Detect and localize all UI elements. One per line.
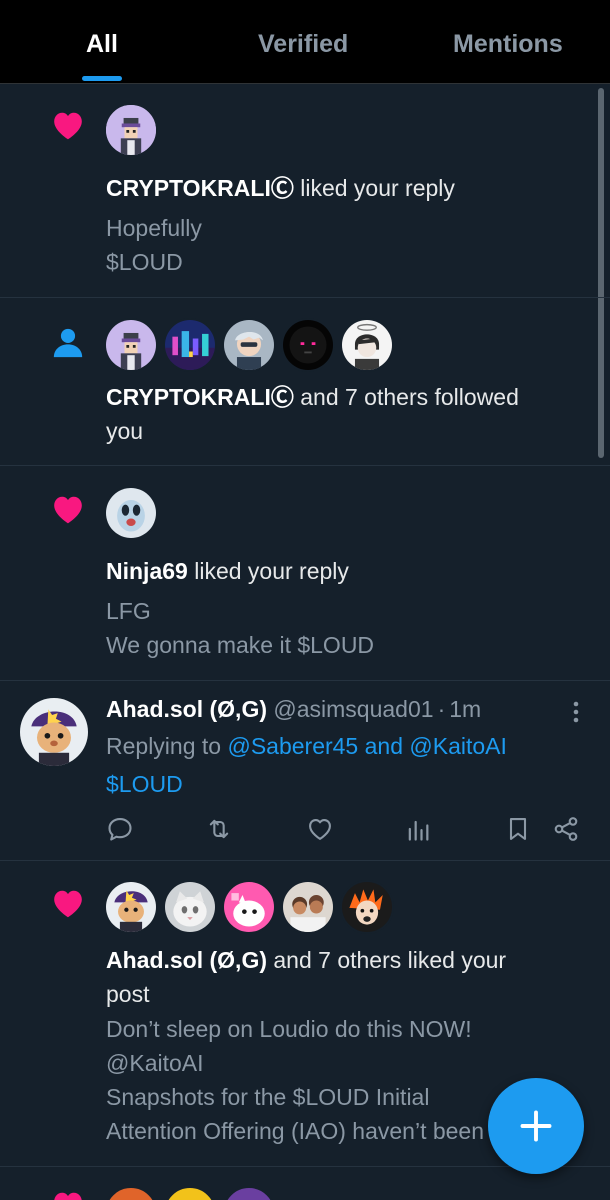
- post-text-line: Don’t sleep on Loudio do this NOW!: [106, 1016, 472, 1042]
- divider: [0, 465, 610, 466]
- active-tab-indicator: [82, 76, 122, 81]
- retweet-button[interactable]: [205, 815, 233, 843]
- more-options-icon[interactable]: [566, 700, 586, 724]
- replying-prefix: Replying to: [106, 733, 222, 759]
- reply-button[interactable]: [106, 815, 134, 843]
- avatar[interactable]: [222, 318, 276, 372]
- action-text-line: you: [106, 418, 144, 444]
- notification-text: CRYPTOKRALIⒸ and 7 others followed: [106, 380, 519, 414]
- avatar[interactable]: [163, 880, 217, 934]
- avatar[interactable]: [163, 1186, 217, 1200]
- bookmark-icon: [509, 818, 527, 840]
- reply-icon: [108, 818, 132, 841]
- tweet-text[interactable]: $LOUD: [106, 767, 183, 801]
- reply-text-line: Hopefully: [106, 215, 202, 241]
- divider: [0, 680, 610, 681]
- person-icon: [53, 328, 83, 358]
- compose-button[interactable]: [488, 1078, 584, 1174]
- tweet-header: Ahad.sol (Ø,G) @asimsquad01 · 1m: [106, 692, 481, 726]
- share-button[interactable]: [552, 815, 580, 843]
- avatar[interactable]: [340, 318, 394, 372]
- tab-bar: All Verified Mentions: [0, 0, 610, 83]
- action-text: liked your reply: [300, 175, 455, 201]
- action-text: and 7 others liked your: [273, 947, 507, 973]
- tab-verified[interactable]: Verified: [258, 30, 348, 59]
- avatar[interactable]: [340, 880, 394, 934]
- post-text-line: Snapshots for the $LOUD Initial: [106, 1084, 430, 1110]
- heart-icon: [54, 1192, 82, 1200]
- heart-icon: [54, 496, 82, 524]
- reply-text-line: We gonna make it $LOUD: [106, 632, 375, 658]
- reply-text-line: LFG: [106, 598, 151, 624]
- avatar[interactable]: [104, 1186, 158, 1200]
- avatar[interactable]: [222, 1186, 276, 1200]
- notification-text: CRYPTOKRALIⒸ liked your reply: [106, 171, 455, 205]
- views-chart-icon: [408, 820, 429, 841]
- avatar[interactable]: [104, 880, 158, 934]
- avatar[interactable]: [18, 696, 90, 768]
- action-text: liked your reply: [194, 558, 349, 584]
- avatar[interactable]: [222, 880, 276, 934]
- author-name[interactable]: Ahad.sol (Ø,G): [106, 696, 267, 722]
- separator-dot: ·: [437, 696, 446, 722]
- user-name[interactable]: Ninja69: [106, 558, 188, 584]
- avatar[interactable]: [281, 318, 335, 372]
- author-handle[interactable]: @asimsquad01: [273, 696, 433, 722]
- heart-icon: [54, 112, 82, 140]
- avatar[interactable]: [163, 318, 217, 372]
- avatar[interactable]: [104, 318, 158, 372]
- user-name[interactable]: CRYPTOKRALIⒸ: [106, 384, 294, 410]
- tab-all[interactable]: All: [86, 30, 118, 59]
- share-icon: [554, 817, 578, 841]
- heart-outline-icon: [309, 818, 331, 840]
- scrollbar[interactable]: [598, 88, 604, 458]
- notification-text: Ahad.sol (Ø,G) and 7 others liked your: [106, 943, 506, 977]
- heart-icon: [54, 890, 82, 918]
- like-button[interactable]: [306, 815, 334, 843]
- retweet-icon: [209, 819, 229, 839]
- tab-bar-divider: [0, 83, 610, 84]
- divider: [0, 297, 610, 298]
- bookmark-button[interactable]: [504, 815, 532, 843]
- user-name[interactable]: Ahad.sol (Ø,G): [106, 947, 267, 973]
- avatar[interactable]: [104, 486, 158, 540]
- reply-text-line: $LOUD: [106, 249, 183, 275]
- avatar[interactable]: [281, 880, 335, 934]
- action-text: and 7 others followed: [300, 384, 519, 410]
- user-name[interactable]: CRYPTOKRALIⒸ: [106, 175, 294, 201]
- divider: [0, 860, 610, 861]
- tab-mentions[interactable]: Mentions: [453, 30, 563, 59]
- timestamp: 1m: [449, 696, 482, 722]
- replying-to: Replying to @Saberer45 and @KaitoAI: [106, 729, 507, 763]
- post-text-line: Attention Offering (IAO) haven’t been ta…: [106, 1118, 547, 1144]
- replying-to-users[interactable]: @Saberer45 and @KaitoAI: [227, 733, 506, 759]
- post-text-line: @KaitoAI: [106, 1050, 204, 1076]
- plus-icon: [520, 1110, 552, 1142]
- action-text-line: post: [106, 981, 150, 1007]
- avatar[interactable]: [104, 103, 158, 157]
- notification-text: Ninja69 liked your reply: [106, 554, 349, 588]
- views-button[interactable]: [404, 815, 432, 843]
